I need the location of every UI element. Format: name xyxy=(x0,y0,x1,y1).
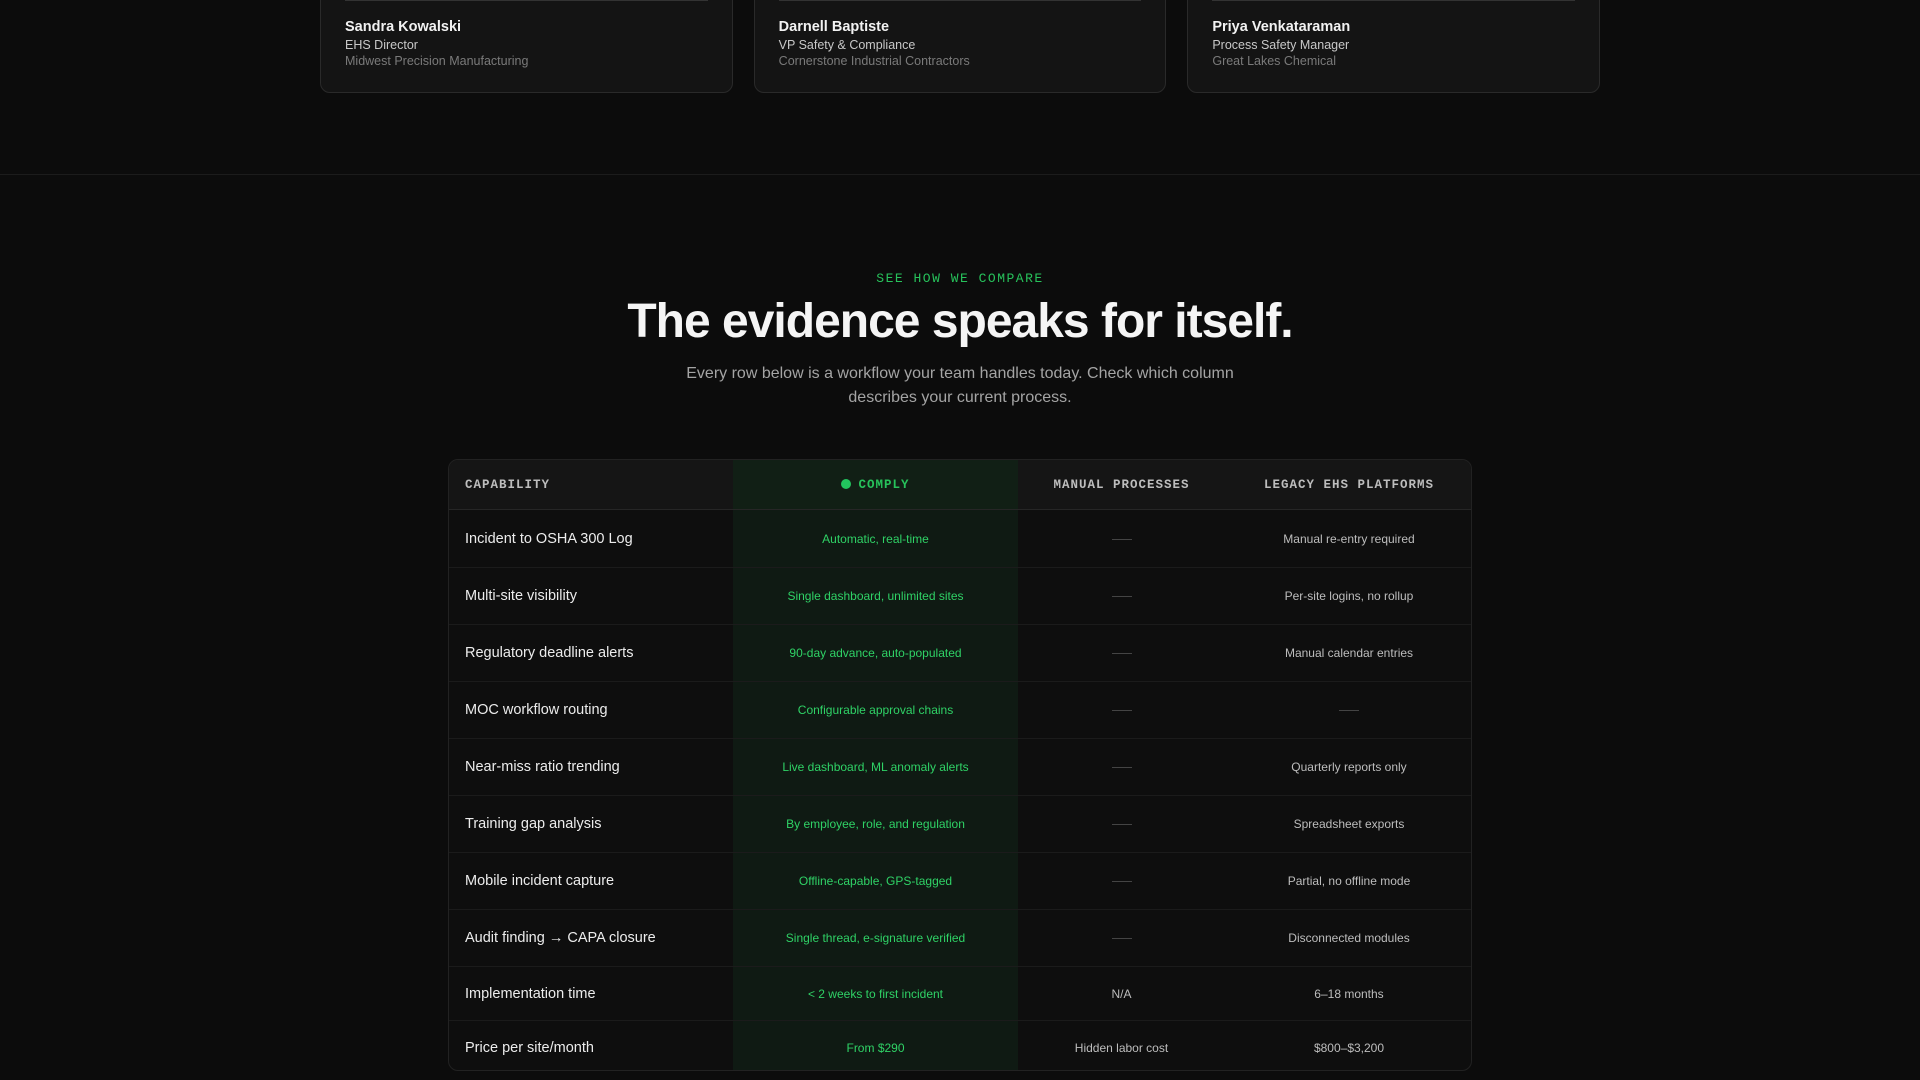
testimonial-role: VP Safety & Compliance xyxy=(778,38,916,52)
cell-comply: < 2 weeks to first incident xyxy=(807,986,944,1001)
cell-manual-empty xyxy=(1018,910,1225,966)
card-divider xyxy=(778,0,1142,1)
cell-legacy: Quarterly reports only xyxy=(1291,760,1407,774)
cell-comply: From $290 xyxy=(846,1041,905,1055)
testimonial-name: Sandra Kowalski xyxy=(345,19,462,35)
header-capability: CAPABILITY xyxy=(465,478,551,492)
comparison-table: CAPABILITY COMPLY MANUAL PROCESSES LEGAC… xyxy=(448,459,1472,1071)
table-row: Multi-site visibility Single dashboard, u… xyxy=(449,568,1471,625)
testimonial-cards: Sandra Kowalski EHS Director Midwest Pre… xyxy=(320,0,1601,93)
cell-comply: Single dashboard, unlimited sites xyxy=(787,589,964,603)
table-row: Implementation time < 2 weeks to first in… xyxy=(449,967,1471,1021)
dash-icon xyxy=(1111,538,1132,540)
dash-icon xyxy=(1339,709,1359,711)
card-divider xyxy=(345,0,708,1)
cell-manual-empty xyxy=(1018,511,1225,567)
section-eyebrow: SEE HOW WE COMPARE xyxy=(876,271,1044,286)
dash-icon xyxy=(1111,880,1132,882)
table-header: CAPABILITY COMPLY MANUAL PROCESSES LEGAC… xyxy=(449,460,1471,510)
cell-comply: Offline-capable, GPS-tagged xyxy=(798,874,953,888)
testimonial-name: Darnell Baptiste xyxy=(778,19,890,35)
cell-manual-empty xyxy=(1018,796,1225,852)
cell-cap: Near-miss ratio trending xyxy=(465,759,620,775)
cell-legacy: Manual calendar entries xyxy=(1284,646,1414,660)
cell-comply: 90-day advance, auto-populated xyxy=(789,646,962,660)
table-row: Price per site/month From $290 Hidden labo… xyxy=(449,1021,1471,1070)
testimonial-role: Process Safety Manager xyxy=(1212,38,1350,52)
header-manual: MANUAL PROCESSES xyxy=(1053,478,1190,492)
cell-cap: Training gap analysis xyxy=(465,816,602,832)
testimonial-card: Sandra Kowalski EHS Director Midwest Pre… xyxy=(320,0,733,93)
cell-legacy: Spreadsheet exports xyxy=(1293,817,1405,831)
status-dot-icon xyxy=(841,479,852,489)
table-row: MOC workflow routing Configurable approva… xyxy=(449,682,1471,739)
testimonial-card: Priya Venkataraman Process Safety Manage… xyxy=(1187,0,1601,93)
cell-legacy: $800–$3,200 xyxy=(1313,1041,1385,1055)
dash-icon xyxy=(1111,595,1132,597)
cell-manual-empty xyxy=(1018,682,1225,738)
testimonial-name: Priya Venkataraman xyxy=(1212,19,1351,35)
cell-comply: Single thread, e-signature verified xyxy=(785,931,966,945)
dash-icon xyxy=(1111,709,1132,711)
cell-cap: Multi-site visibility xyxy=(465,588,577,604)
cell-legacy: Disconnected modules xyxy=(1288,931,1410,945)
cell-legacy: Per-site logins, no rollup xyxy=(1284,589,1414,603)
table-row: Mobile incident capture Offline-capable, … xyxy=(449,853,1471,910)
testimonial-company: Great Lakes Chemical xyxy=(1212,54,1337,68)
table-row: Regulatory deadline alerts 90-day advance… xyxy=(449,625,1471,682)
cell-comply: Live dashboard, ML anomaly alerts xyxy=(782,760,969,774)
cell-cap: Mobile incident capture xyxy=(465,873,615,889)
cell-cap: Implementation time xyxy=(465,985,596,1002)
cell-cap: Incident to OSHA 300 Log xyxy=(465,531,633,547)
testimonial-company: Midwest Precision Manufacturing xyxy=(345,54,529,68)
testimonial-company: Cornerstone Industrial Contractors xyxy=(778,54,970,68)
cell-manual-empty xyxy=(1018,739,1225,795)
cell-manual: N/A xyxy=(1111,986,1132,1001)
table-row: Training gap analysis By employee, role, … xyxy=(449,796,1471,853)
dash-icon xyxy=(1111,823,1132,825)
cell-cap: Regulatory deadline alerts xyxy=(465,645,634,661)
table-row: Audit finding → CAPA closure Single threa… xyxy=(449,910,1471,967)
cell-legacy: Manual re-entry required xyxy=(1283,532,1415,546)
cell-comply: Configurable approval chains xyxy=(797,703,954,717)
cell-legacy-empty xyxy=(1225,682,1471,738)
header-comply-label: COMPLY xyxy=(858,478,910,492)
table-row: Incident to OSHA 300 Log Automatic, real-… xyxy=(449,511,1471,568)
header-legacy: LEGACY EHS PLATFORMS xyxy=(1263,478,1435,492)
dash-icon xyxy=(1111,766,1132,768)
section-headline: The evidence speaks for itself. xyxy=(627,295,1293,348)
testimonial-card: Darnell Baptiste VP Safety & Compliance … xyxy=(753,0,1167,93)
cell-cap: MOC workflow routing xyxy=(465,702,608,718)
dash-icon xyxy=(1111,652,1132,654)
cell-manual-empty xyxy=(1018,625,1225,681)
card-divider xyxy=(1212,0,1576,1)
cell-manual-empty xyxy=(1018,853,1225,909)
page: Sandra Kowalski EHS Director Midwest Pre… xyxy=(0,0,1920,1080)
cell-manual-empty xyxy=(1018,568,1225,624)
dash-icon xyxy=(1111,937,1132,939)
cell-comply: Automatic, real-time xyxy=(822,532,929,546)
section-divider xyxy=(0,174,1920,175)
cell-cap: Price per site/month xyxy=(465,1040,594,1056)
testimonial-role: EHS Director xyxy=(345,38,418,52)
cell-legacy: Partial, no offline mode xyxy=(1287,874,1411,888)
cell-cap: Audit finding → CAPA closure xyxy=(465,930,656,946)
table-row: Near-miss ratio trending Live dashboard, … xyxy=(449,739,1471,796)
cell-comply: By employee, role, and regulation xyxy=(786,817,965,831)
cell-manual: Hidden labor cost xyxy=(1074,1041,1169,1055)
header-comply: COMPLY xyxy=(733,460,1018,510)
section-subhead: Every row below is a workflow your team … xyxy=(686,365,1234,406)
cell-legacy: 6–18 months xyxy=(1314,986,1384,1001)
